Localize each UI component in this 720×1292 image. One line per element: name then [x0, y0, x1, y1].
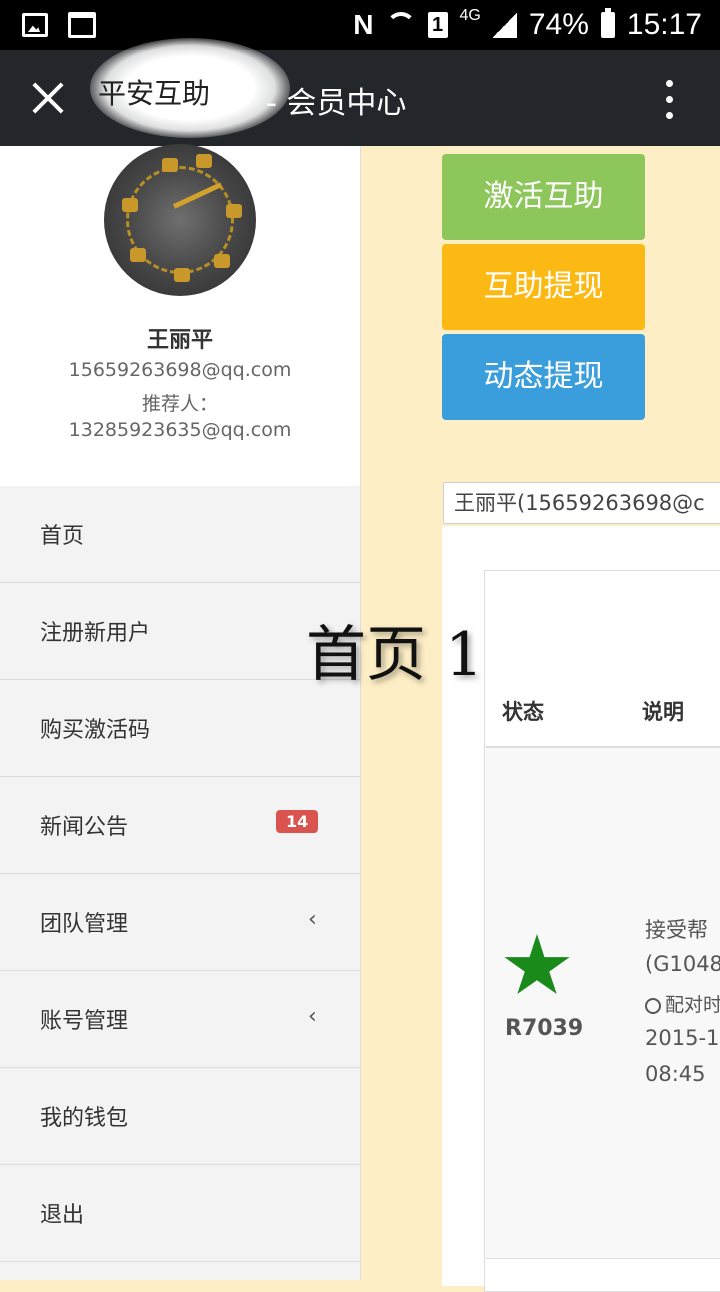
close-icon[interactable]	[30, 80, 66, 116]
gallery-icon	[22, 13, 48, 37]
sidebar-item-wallet[interactable]: 我的钱包	[0, 1068, 360, 1165]
overlay-caption: 首页 1	[306, 620, 484, 690]
sidebar-item-buy-code[interactable]: 购买激活码	[0, 680, 360, 777]
column-header-description: 说明	[642, 700, 684, 724]
sidebar-item-label: 购买激活码	[40, 718, 151, 743]
sidebar-item-label: 团队管理	[40, 912, 129, 937]
column-header-status: 状态	[502, 700, 544, 724]
sidebar-item-news[interactable]: 新闻公告 14	[0, 777, 360, 874]
referrer-label: 推荐人：	[141, 393, 218, 415]
sidebar-item-label: 我的钱包	[40, 1106, 129, 1131]
status-bar: N 1 4G 74% 15:17	[0, 0, 720, 50]
app-header: 平安互助 - 会员中心	[0, 38, 720, 146]
chevron-left-icon: ‹	[308, 907, 317, 932]
record-time-label: 配对时	[665, 994, 720, 1016]
avatar[interactable]	[104, 144, 256, 296]
sim-icon: 1	[427, 12, 448, 38]
user-name: 王丽平	[146, 328, 213, 353]
referrer-email: 13285923635@qq.com	[68, 419, 292, 441]
nfc-icon: N	[353, 9, 374, 40]
sidebar-item-team[interactable]: 团队管理 ‹	[0, 874, 360, 971]
clock-icon	[645, 997, 661, 1014]
battery-percent: 74%	[528, 8, 589, 41]
record-desc-line1: 接受帮	[645, 918, 708, 942]
row-divider	[486, 1258, 720, 1259]
signal-icon	[492, 12, 517, 38]
battery-icon	[600, 8, 615, 38]
sidebar-item-label: 新闻公告	[40, 815, 129, 840]
record-desc-line2: (G1048	[645, 952, 720, 976]
record-time-label-wrap: 配对时	[645, 990, 720, 1017]
clock-time: 15:17	[626, 8, 702, 41]
sidebar-item-label: 注册新用户	[40, 621, 151, 646]
user-email: 15659263698@qq.com	[68, 359, 292, 381]
status-icons: N 1 4G 74% 15:17	[353, 6, 702, 44]
sidebar-menu: 首页 注册新用户 购买激活码 新闻公告 14 团队管理 ‹ 账号管理 ‹ 我的钱…	[0, 486, 360, 1262]
user-select[interactable]: 王丽平(15659263698@c	[443, 482, 720, 524]
page-title-prefix: 平安互助	[98, 77, 211, 110]
news-count-badge: 14	[276, 810, 319, 833]
activate-button[interactable]: 激活互助	[442, 154, 645, 240]
sidebar-item-label: 退出	[40, 1203, 85, 1228]
record-date: 2015-12	[645, 1026, 720, 1050]
more-options-icon[interactable]	[666, 80, 674, 120]
record-code: R7039	[505, 1016, 584, 1041]
wifi-icon	[385, 12, 416, 38]
chevron-left-icon: ‹	[308, 1004, 317, 1029]
profile-card: 王丽平 15659263698@qq.com 推荐人： 13285923635@…	[0, 144, 360, 487]
sidebar-item-logout[interactable]: 退出	[0, 1165, 360, 1262]
sidebar-item-label: 账号管理	[40, 1009, 129, 1034]
page-title-suffix: - 会员中心	[266, 86, 407, 121]
sidebar-item-label: 首页	[40, 524, 85, 549]
withdraw-dynamic-button[interactable]: 动态提现	[442, 334, 645, 420]
sidebar: 王丽平 15659263698@qq.com 推荐人： 13285923635@…	[0, 144, 361, 1280]
calendar-icon	[68, 12, 96, 38]
sidebar-item-home[interactable]: 首页	[0, 486, 360, 583]
sidebar-item-account[interactable]: 账号管理 ‹	[0, 971, 360, 1068]
withdraw-mutual-button[interactable]: 互助提现	[442, 244, 645, 330]
record-time: 08:45	[645, 1062, 706, 1086]
network-type: 4G	[459, 7, 481, 24]
